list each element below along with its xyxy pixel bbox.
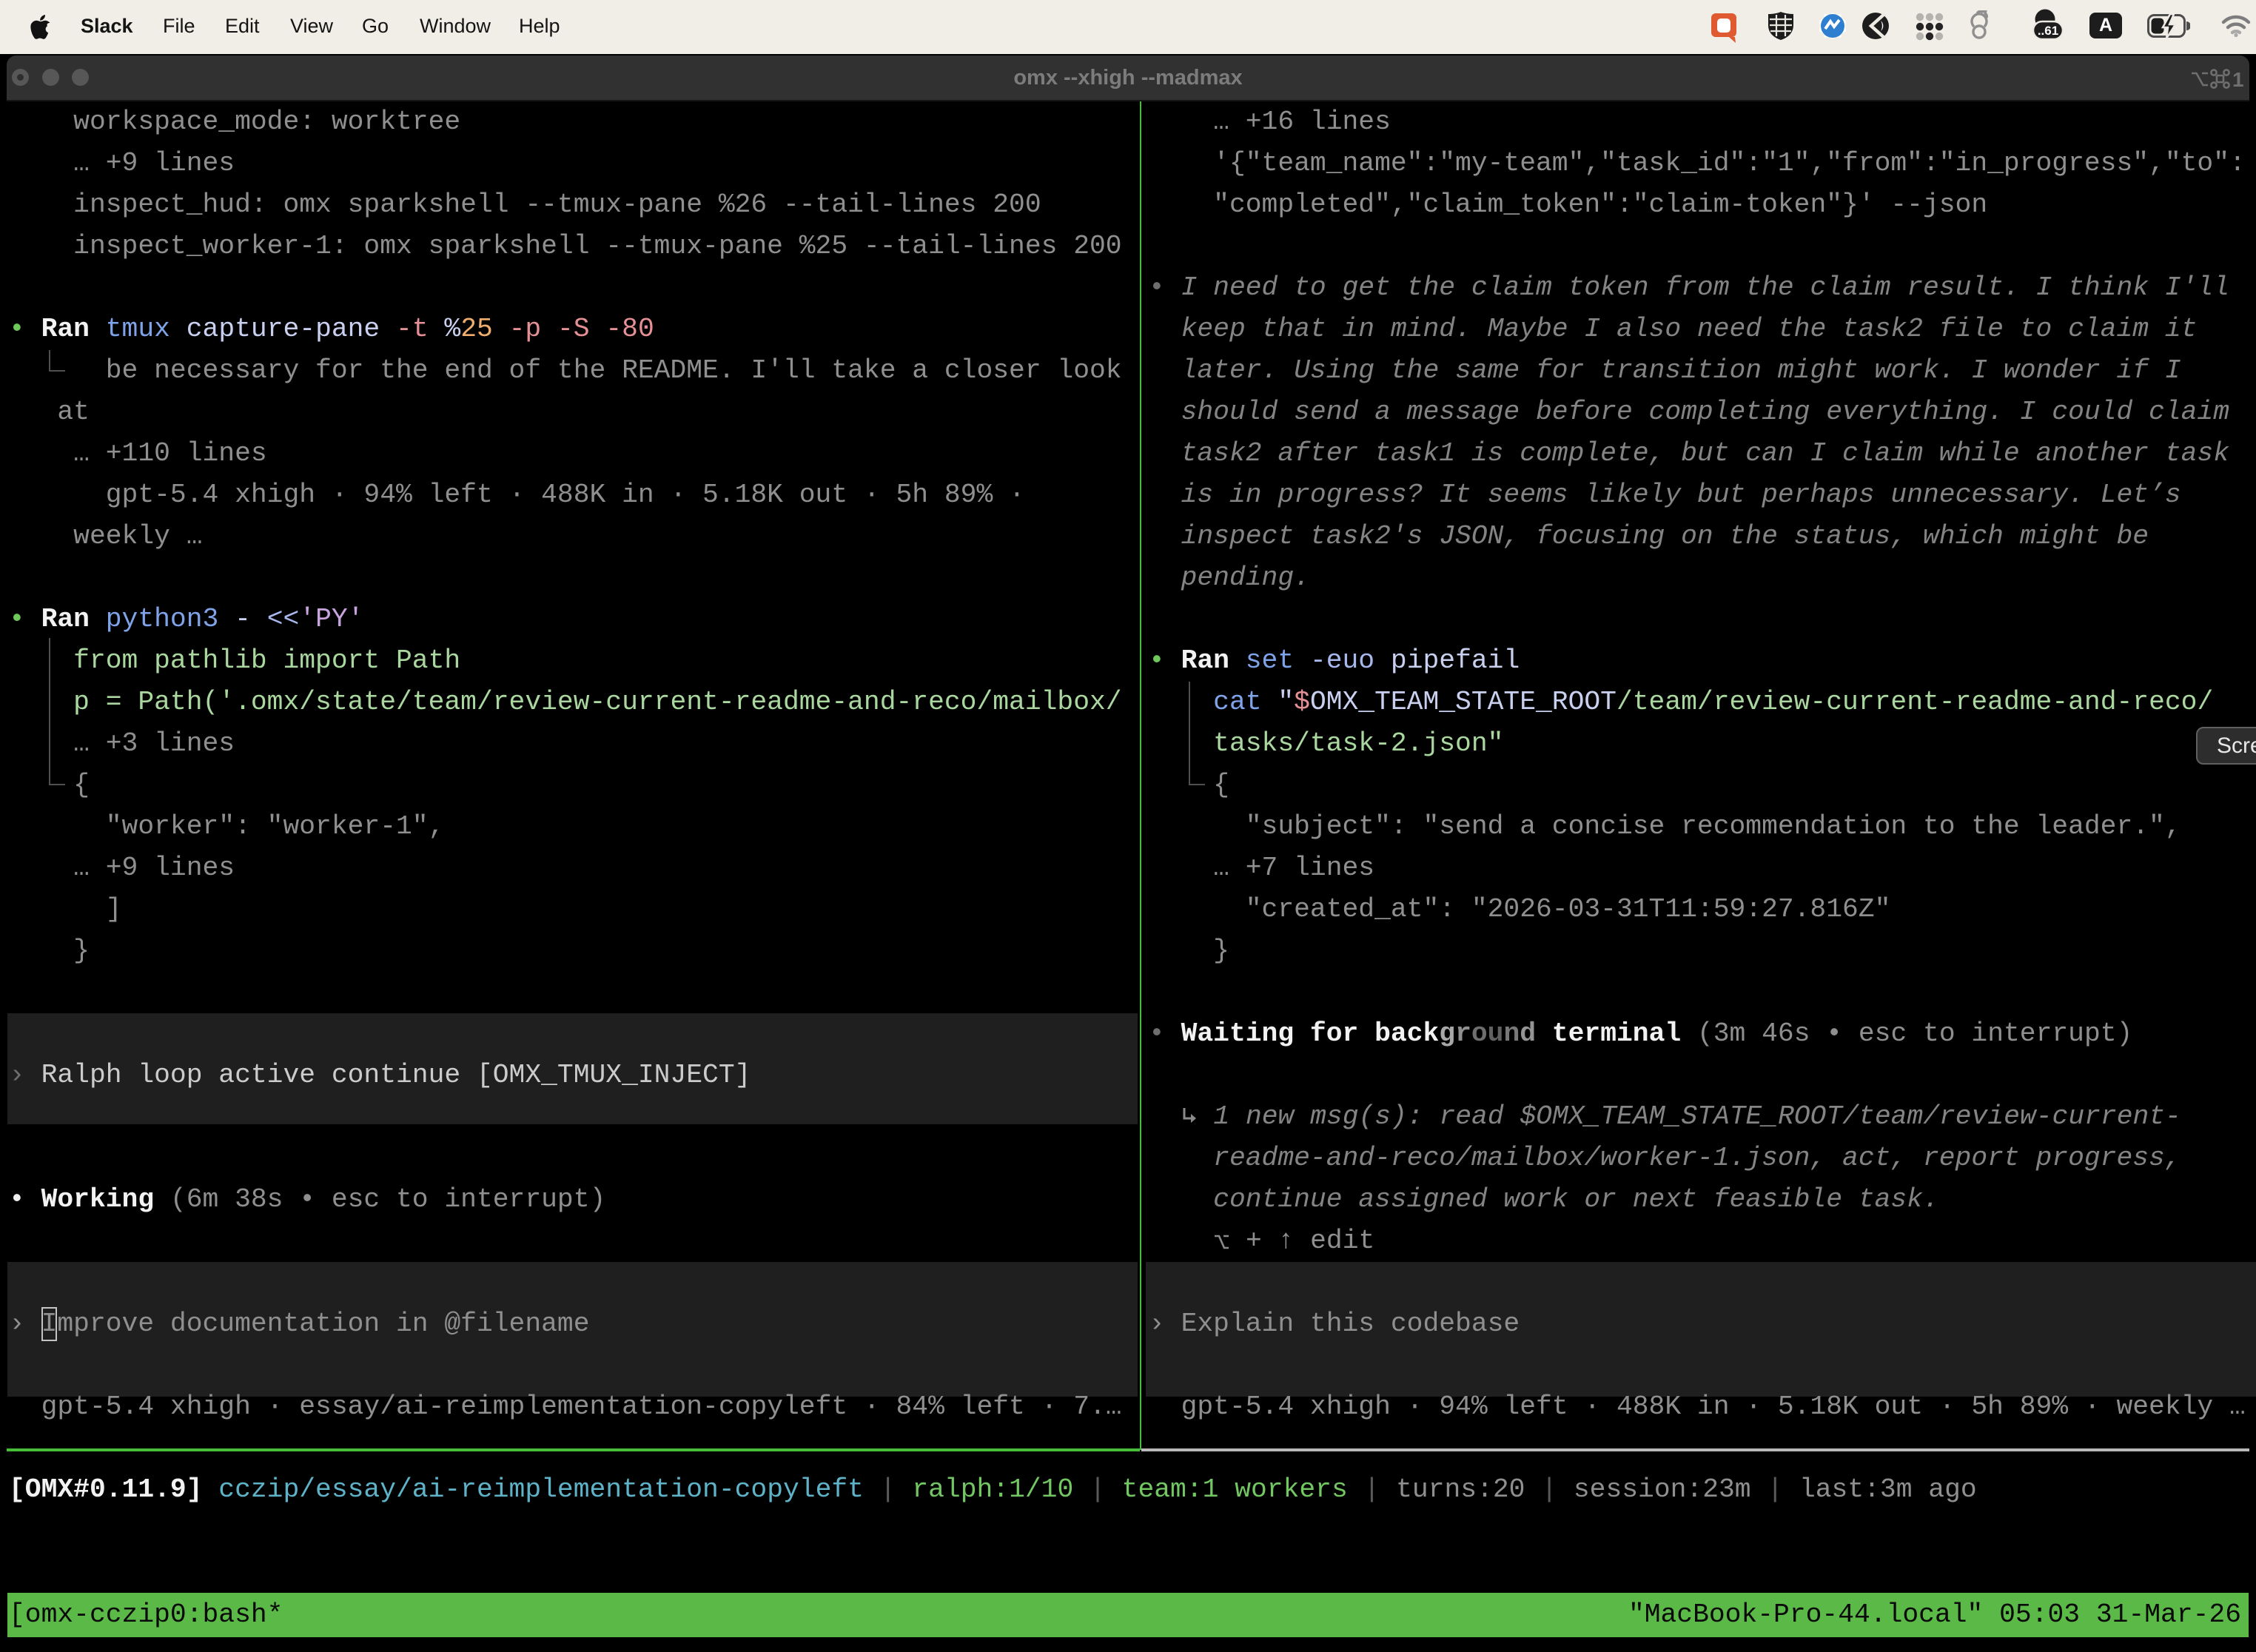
svg-text:..61: ..61 xyxy=(2038,24,2058,38)
